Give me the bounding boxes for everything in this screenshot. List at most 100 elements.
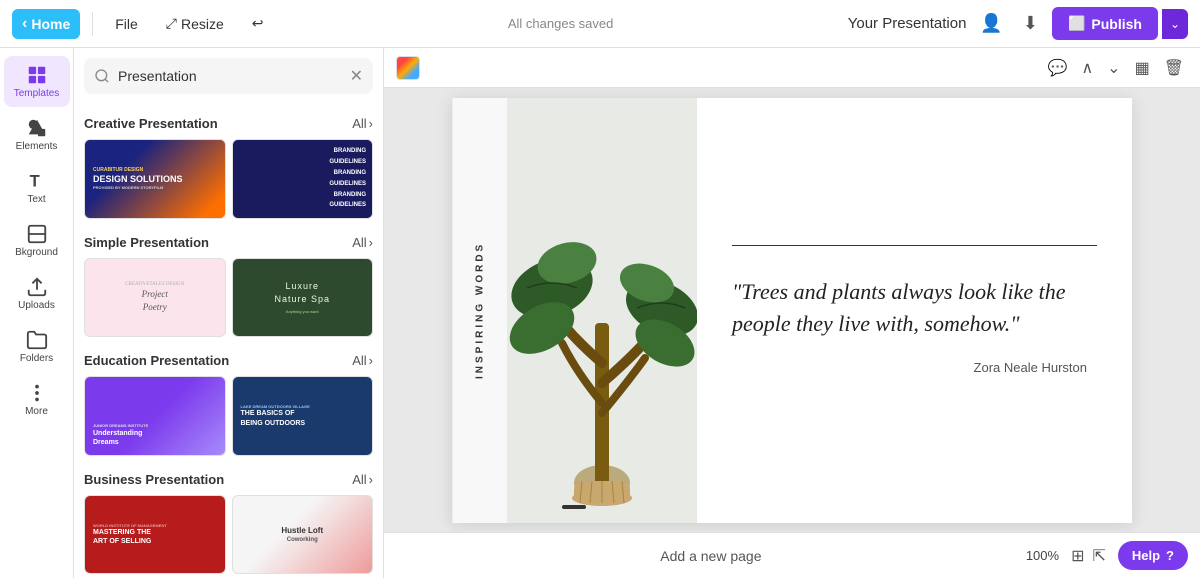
slide-divider-line xyxy=(732,245,1097,246)
duplicate-icon-button[interactable]: ▦ xyxy=(1131,54,1154,82)
chevron-down-icon-button[interactable]: ⌄ xyxy=(1103,54,1124,82)
slide-vertical-text: INSPIRING WORDS xyxy=(452,98,507,523)
template-card-creative-1[interactable]: CURABITUR DESIGN Design Solutions Provid… xyxy=(84,139,226,219)
publish-icon: ⬜ xyxy=(1068,15,1085,32)
help-label: Help xyxy=(1132,548,1160,563)
help-button[interactable]: Help ? xyxy=(1118,541,1188,570)
home-button[interactable]: ‹ Home xyxy=(12,9,80,39)
templates-panel: ✕ Creative Presentation All › CURABITUR … xyxy=(74,48,384,578)
svg-text:T: T xyxy=(29,173,39,191)
delete-icon-button[interactable]: 🗑 xyxy=(1160,54,1188,82)
template-card-edu-2[interactable]: LAKE DREAM OUTDOORS VILLAGE THE BASICS O… xyxy=(232,376,374,456)
sidebar-item-folders[interactable]: Folders xyxy=(4,321,70,372)
education-section-header: Education Presentation All › xyxy=(84,341,373,376)
creative-section-all[interactable]: All › xyxy=(352,116,373,131)
publish-label: Publish xyxy=(1091,16,1142,32)
nav-divider xyxy=(92,12,93,36)
simple-section-all[interactable]: All › xyxy=(352,235,373,250)
upload-icon xyxy=(26,276,48,298)
canvas-area: 💬 ∧ ⌄ ▦ 🗑 Inspiring words INSPIRING WORD… xyxy=(384,48,1200,578)
creative-template-grid: CURABITUR DESIGN Design Solutions Provid… xyxy=(84,139,373,219)
canvas-toolbar-right: 💬 ∧ ⌄ ▦ 🗑 xyxy=(1044,54,1188,82)
slide-author-text: Zora Neale Hurston xyxy=(732,360,1087,375)
file-button[interactable]: File xyxy=(105,10,148,38)
color-picker[interactable] xyxy=(396,56,420,80)
undo-button[interactable]: ↩ xyxy=(242,9,274,38)
search-input[interactable] xyxy=(118,68,342,84)
simple-section-header: Simple Presentation All › xyxy=(84,223,373,258)
search-bar: ✕ xyxy=(84,58,373,94)
publish-button[interactable]: ⬜ Publish xyxy=(1052,7,1158,40)
slide-quote-area: "Trees and plants always look like the p… xyxy=(697,98,1132,523)
add-page-label: Add a new page xyxy=(660,548,761,564)
help-question-icon: ? xyxy=(1166,548,1174,563)
bottom-bar: Add a new page 100% ⊞ ⇱ Help ? xyxy=(384,532,1200,578)
business-template-grid: WORLD INSTITUTE OF MANAGEMENT MASTERING … xyxy=(84,495,373,575)
sidebar-item-elements-label: Elements xyxy=(16,141,58,152)
chevron-left-icon: ‹ xyxy=(22,15,27,33)
search-icon xyxy=(94,68,110,84)
templates-icon xyxy=(26,64,48,86)
canvas-toolbar: 💬 ∧ ⌄ ▦ 🗑 xyxy=(384,48,1200,88)
download-button[interactable]: ⬇ xyxy=(1017,7,1044,40)
search-clear-button[interactable]: ✕ xyxy=(350,66,363,86)
resize-button[interactable]: ⤢ Resize xyxy=(156,9,234,38)
sidebar-item-folders-label: Folders xyxy=(20,353,53,364)
sidebar-item-elements[interactable]: Elements xyxy=(4,109,70,160)
fit-icon: ⇱ xyxy=(1092,548,1105,565)
education-section-title: Education Presentation xyxy=(84,353,229,368)
undo-icon: ↩ xyxy=(252,15,264,32)
sidebar-item-background[interactable]: Bkground xyxy=(4,215,70,266)
zoom-level: 100% xyxy=(1026,548,1059,563)
chevron-right-icon-3: › xyxy=(369,353,373,368)
chevron-up-icon-button[interactable]: ∧ xyxy=(1077,54,1097,82)
sidebar-item-text-label: Text xyxy=(27,194,45,205)
add-page-button[interactable]: Add a new page xyxy=(396,548,1026,564)
background-icon xyxy=(26,223,48,245)
sidebar-item-templates[interactable]: Templates xyxy=(4,56,70,107)
sidebar-item-background-label: Bkground xyxy=(15,247,58,258)
sidebar-item-templates-label: Templates xyxy=(14,88,60,99)
creative-section-title: Creative Presentation xyxy=(84,116,218,131)
home-label: Home xyxy=(31,16,70,32)
business-section-title: Business Presentation xyxy=(84,472,224,487)
plant-illustration xyxy=(507,103,697,523)
template-card-simple-2[interactable]: Luxure Nature Spa Anything you want xyxy=(232,258,374,338)
fit-screen-button[interactable]: ⇱ xyxy=(1088,542,1109,570)
folder-icon xyxy=(26,329,48,351)
nav-right-actions: Your Presentation 👤 ⬇ ⬜ Publish ⌄ xyxy=(848,7,1188,40)
chevron-right-icon: › xyxy=(369,116,373,131)
education-template-grid: JUNIOR DREAMS INSTITUTE UnderstandingDre… xyxy=(84,376,373,456)
template-sections: Creative Presentation All › CURABITUR DE… xyxy=(74,104,383,578)
slide-progress-bar xyxy=(562,505,586,509)
sidebar-item-text[interactable]: T Text xyxy=(4,162,70,213)
file-label: File xyxy=(115,16,138,32)
icon-sidebar: Templates Elements T Text Bkground xyxy=(0,48,74,578)
comment-icon-button[interactable]: 💬 xyxy=(1044,54,1072,82)
template-card-edu-1[interactable]: JUNIOR DREAMS INSTITUTE UnderstandingDre… xyxy=(84,376,226,456)
main-layout: Templates Elements T Text Bkground xyxy=(0,48,1200,578)
business-section-all[interactable]: All › xyxy=(352,472,373,487)
template-card-biz-1[interactable]: WORLD INSTITUTE OF MANAGEMENT MASTERING … xyxy=(84,495,226,575)
slide-plant-image xyxy=(507,98,697,523)
publish-dropdown-button[interactable]: ⌄ xyxy=(1162,9,1188,39)
nav-title: Your Presentation xyxy=(848,15,967,32)
sidebar-item-uploads[interactable]: Uploads xyxy=(4,268,70,319)
share-icon-button[interactable]: 👤 xyxy=(974,7,1008,40)
sidebar-item-more[interactable]: More xyxy=(4,374,70,425)
slide-area: Inspiring words INSPIRING WORDS xyxy=(384,88,1200,532)
education-section-all[interactable]: All › xyxy=(352,353,373,368)
grid-icon: ⊞ xyxy=(1071,548,1084,565)
grid-view-button[interactable]: ⊞ xyxy=(1067,542,1088,570)
top-navigation: ‹ Home File ⤢ Resize ↩ All changes saved… xyxy=(0,0,1200,48)
template-card-simple-1[interactable]: CREATIVETALES DESIGN Project Poetry xyxy=(84,258,226,338)
creative-section-header: Creative Presentation All › xyxy=(84,104,373,139)
template-card-creative-2[interactable]: BRANDINGGUIDELINESBRANDINGGUIDELINESBRAN… xyxy=(232,139,374,219)
slide-quote-text: "Trees and plants always look like the p… xyxy=(732,276,1097,340)
slide-frame[interactable]: INSPIRING WORDS xyxy=(452,98,1132,523)
save-status: All changes saved xyxy=(282,16,840,31)
sidebar-item-uploads-label: Uploads xyxy=(18,300,55,311)
simple-template-grid: CREATIVETALES DESIGN Project Poetry Luxu… xyxy=(84,258,373,338)
template-card-biz-2[interactable]: Hustle Loft Coworking xyxy=(232,495,374,575)
business-section-header: Business Presentation All › xyxy=(84,460,373,495)
